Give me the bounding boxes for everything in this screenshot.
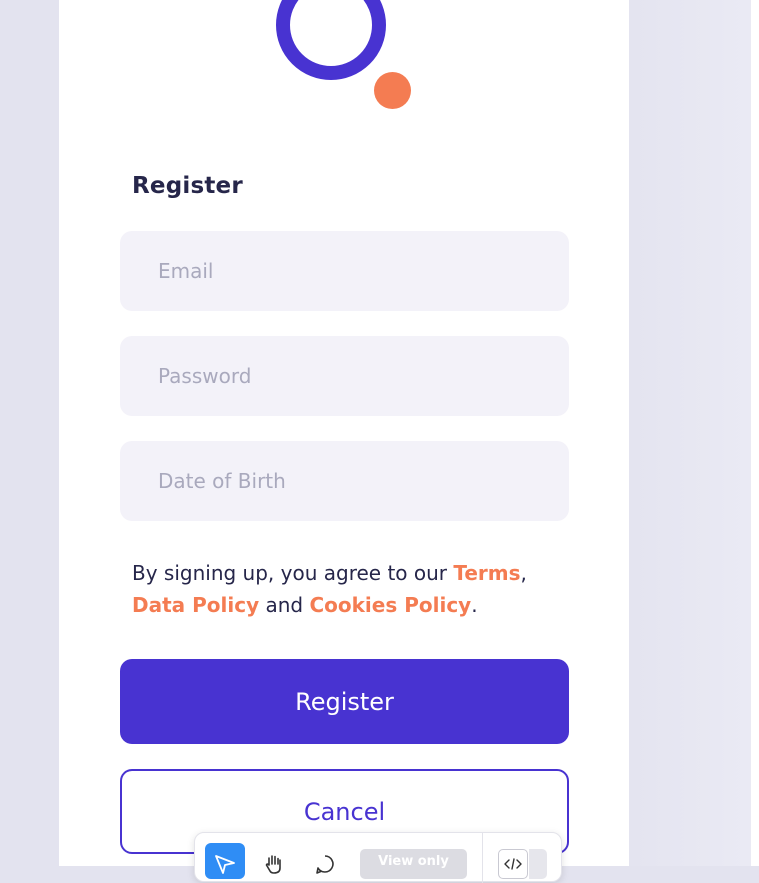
terms-suffix: . <box>471 593 478 617</box>
date-of-birth-input[interactable] <box>156 468 569 494</box>
password-input[interactable] <box>156 363 569 389</box>
logo-ring-icon <box>276 0 386 80</box>
cookies-policy-link[interactable]: Cookies Policy <box>309 593 471 617</box>
register-card: Register By signing up, you agree to our… <box>59 0 629 866</box>
terms-and: and <box>259 593 310 617</box>
terms-link[interactable]: Terms <box>453 561 520 585</box>
hand-tool-button[interactable] <box>254 843 294 879</box>
data-policy-link[interactable]: Data Policy <box>132 593 259 617</box>
email-input[interactable] <box>156 258 569 284</box>
register-button[interactable]: Register <box>120 659 569 744</box>
terms-comma: , <box>520 561 527 585</box>
hand-icon <box>263 853 285 879</box>
pointer-icon <box>214 853 236 879</box>
prototype-toolbar: View only <box>194 832 562 883</box>
toolbar-divider <box>482 833 483 883</box>
email-field[interactable] <box>120 231 569 311</box>
terms-agreement-text: By signing up, you agree to our Terms, Da… <box>132 557 562 621</box>
background-edge <box>751 0 759 866</box>
pointer-tool-button[interactable] <box>205 843 245 879</box>
code-view-button[interactable] <box>498 849 528 879</box>
password-field[interactable] <box>120 336 569 416</box>
comment-tool-button[interactable] <box>305 843 345 879</box>
app-logo <box>276 0 411 109</box>
page-title: Register <box>132 173 243 199</box>
comment-icon <box>314 853 336 879</box>
toolbar-extra-button[interactable] <box>529 849 547 879</box>
view-only-badge: View only <box>360 849 467 879</box>
logo-dot-icon <box>374 72 411 109</box>
terms-prefix: By signing up, you agree to our <box>132 561 454 585</box>
background-panel <box>629 0 751 866</box>
date-of-birth-field[interactable] <box>120 441 569 521</box>
